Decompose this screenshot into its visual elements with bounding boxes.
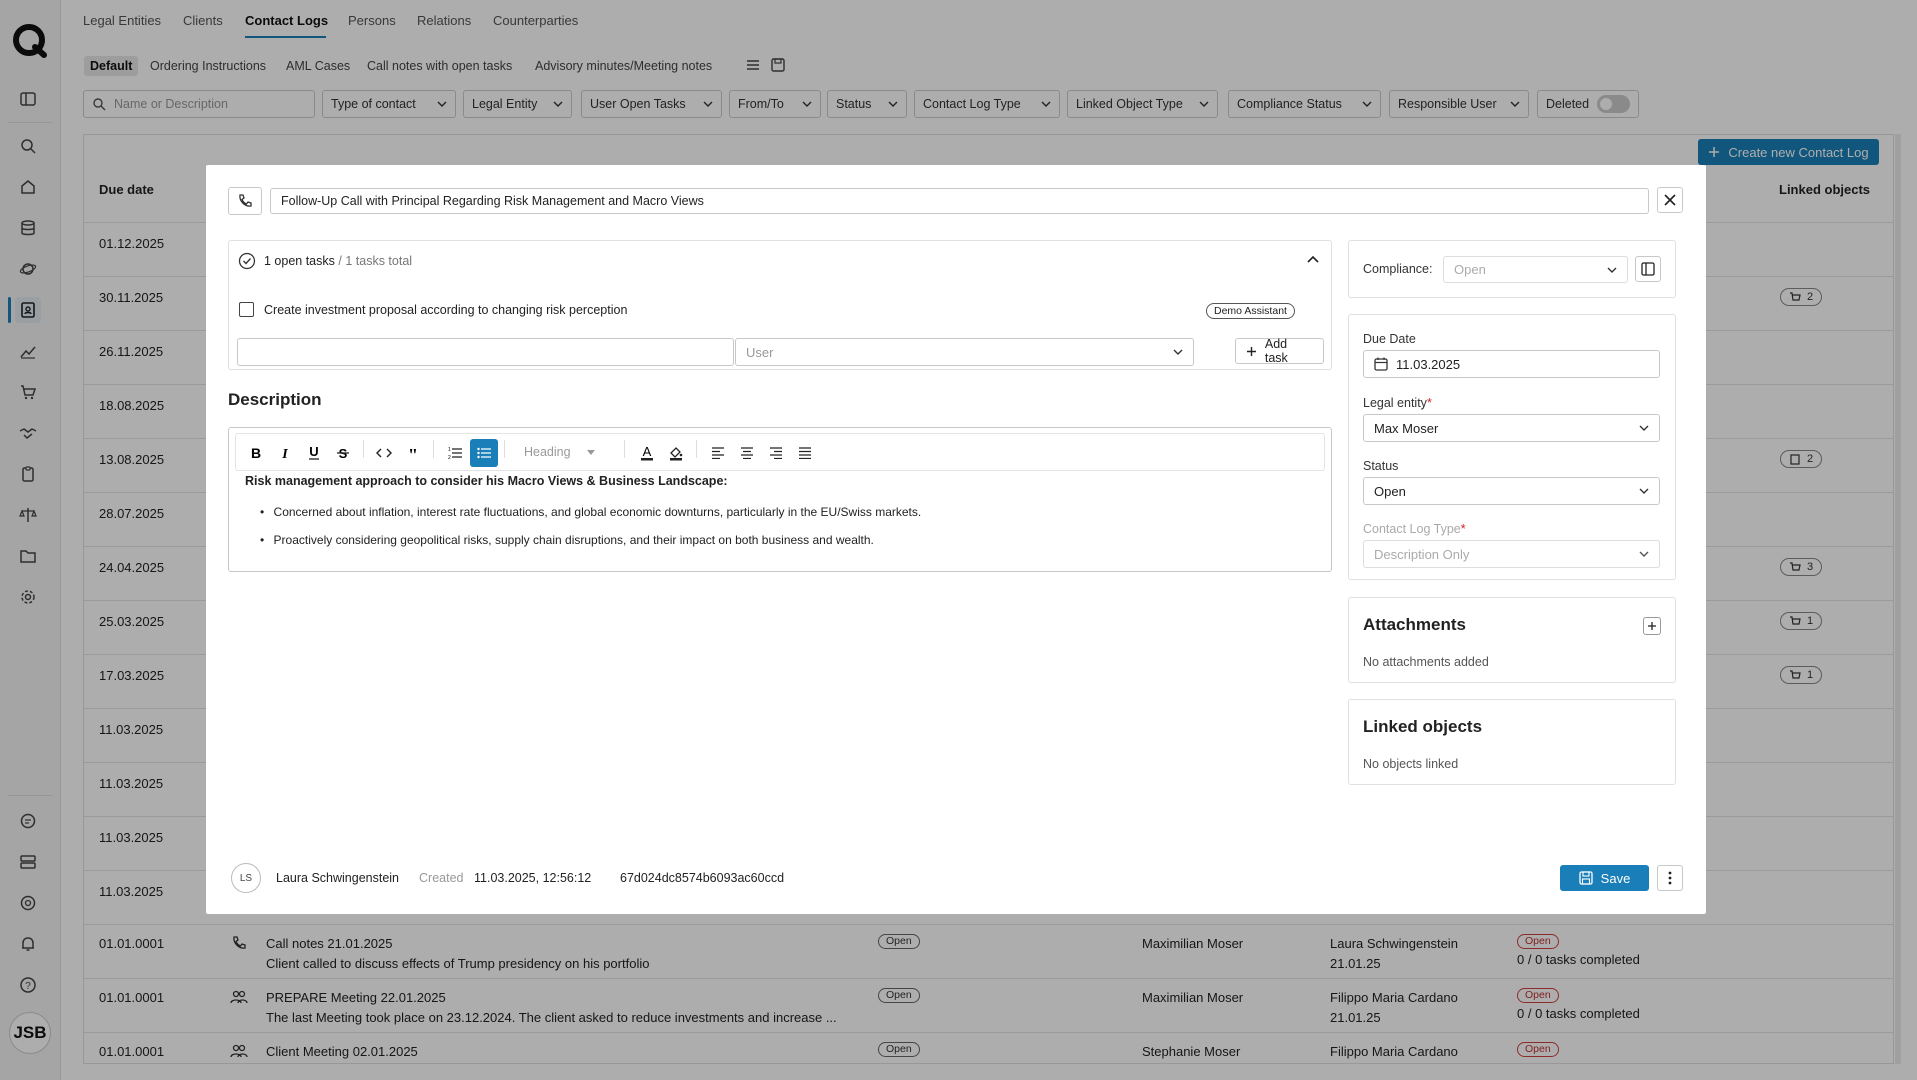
plus-icon [1247,346,1256,356]
svg-text:2: 2 [448,455,451,460]
quote-button[interactable]: " [399,439,427,467]
compliance-panel-button[interactable] [1635,256,1661,282]
task-label: Create investment proposal according to … [264,303,628,317]
align-justify-button[interactable] [791,439,819,467]
highlight-button[interactable] [662,439,690,467]
due-date-input[interactable]: 11.03.2025 [1363,350,1660,378]
legal-entity-label: Legal entity* [1363,396,1432,410]
attachments-heading: Attachments [1363,615,1466,634]
task-assignee-badge: Demo Assistant [1206,303,1295,319]
svg-text:": " [408,447,418,459]
add-attachment-button[interactable] [1643,617,1661,635]
caret-down-icon [586,449,595,455]
task-checkbox[interactable] [239,302,254,317]
due-date-label: Due Date [1363,332,1416,346]
svg-text:1: 1 [448,447,451,453]
italic-button[interactable]: I [271,439,299,467]
creator-name: Laura Schwingenstein [276,871,399,885]
text-color-button[interactable]: A [633,439,661,467]
plus-icon [1648,622,1656,630]
tasks-summary: 1 open tasks / 1 tasks total [264,254,413,268]
check-circle-icon [238,252,256,270]
phone-icon [239,194,252,207]
align-right-button[interactable] [762,439,790,467]
svg-text:I: I [281,447,288,460]
linked-objects-empty: No objects linked [1363,757,1459,771]
bold-button[interactable]: B [242,439,270,467]
collapse-chevron-icon[interactable] [1306,254,1320,264]
editor-toolbar: B I U S " 12 Heading A [235,433,1325,471]
description-bold-line: Risk management approach to consider his… [245,474,728,488]
linked-objects-heading: Linked objects [1363,717,1483,736]
title-input[interactable]: Follow-Up Call with Principal Regarding … [270,188,1649,214]
close-button[interactable] [1657,187,1683,213]
code-button[interactable] [370,439,398,467]
chevron-down-icon [1639,488,1649,494]
bullet-list-button[interactable] [470,439,498,467]
contact-log-dialog: Follow-Up Call with Principal Regarding … [206,165,1706,914]
created-label: Created [419,871,464,885]
chevron-down-icon [1639,551,1649,557]
contact-log-type-label: Contact Log Type* [1363,522,1466,536]
underline-button[interactable]: U [300,439,328,467]
calendar-icon [1374,357,1388,371]
chevron-down-icon [1173,349,1183,355]
description-bullet: • Concerned about inflation, interest ra… [260,505,922,519]
description-heading: Description [228,390,322,409]
strikethrough-button[interactable]: S [329,439,357,467]
kebab-menu-icon [1668,871,1672,885]
close-icon [1664,194,1676,206]
attachments-empty: No attachments added [1363,655,1489,669]
contact-log-type-select[interactable]: Description Only [1363,540,1660,568]
svg-text:A: A [643,445,652,459]
align-center-button[interactable] [733,439,761,467]
align-left-button[interactable] [704,439,732,467]
status-select[interactable]: Open [1363,477,1660,505]
heading-select[interactable]: Heading [524,445,595,459]
save-button[interactable]: Save [1560,865,1649,891]
ordered-list-button[interactable]: 12 [441,439,469,467]
compliance-label: Compliance: [1363,262,1433,276]
svg-text:B: B [251,446,261,460]
contact-type-button[interactable] [228,187,262,215]
add-task-button[interactable]: Add task [1235,337,1324,365]
description-bullet: • Proactively considering geopolitical r… [260,533,874,547]
save-icon [1579,871,1593,885]
attachments-panel [1348,597,1676,683]
task-user-select[interactable]: User [735,338,1194,366]
chevron-down-icon [1607,267,1617,273]
more-options-button[interactable] [1657,865,1683,891]
creator-avatar: LS [231,863,261,893]
new-task-input[interactable] [237,338,734,366]
compliance-select[interactable]: Open [1443,256,1628,283]
created-timestamp: 11.03.2025, 12:56:12 [474,871,592,885]
record-id: 67d024dc8574b6093ac60ccd [620,871,785,885]
linked-objects-panel [1348,699,1676,785]
chevron-down-icon [1639,425,1649,431]
sidebar-panel-icon [1641,262,1655,276]
svg-text:U: U [309,445,318,459]
status-label: Status [1363,459,1399,473]
legal-entity-select[interactable]: Max Moser [1363,414,1660,442]
